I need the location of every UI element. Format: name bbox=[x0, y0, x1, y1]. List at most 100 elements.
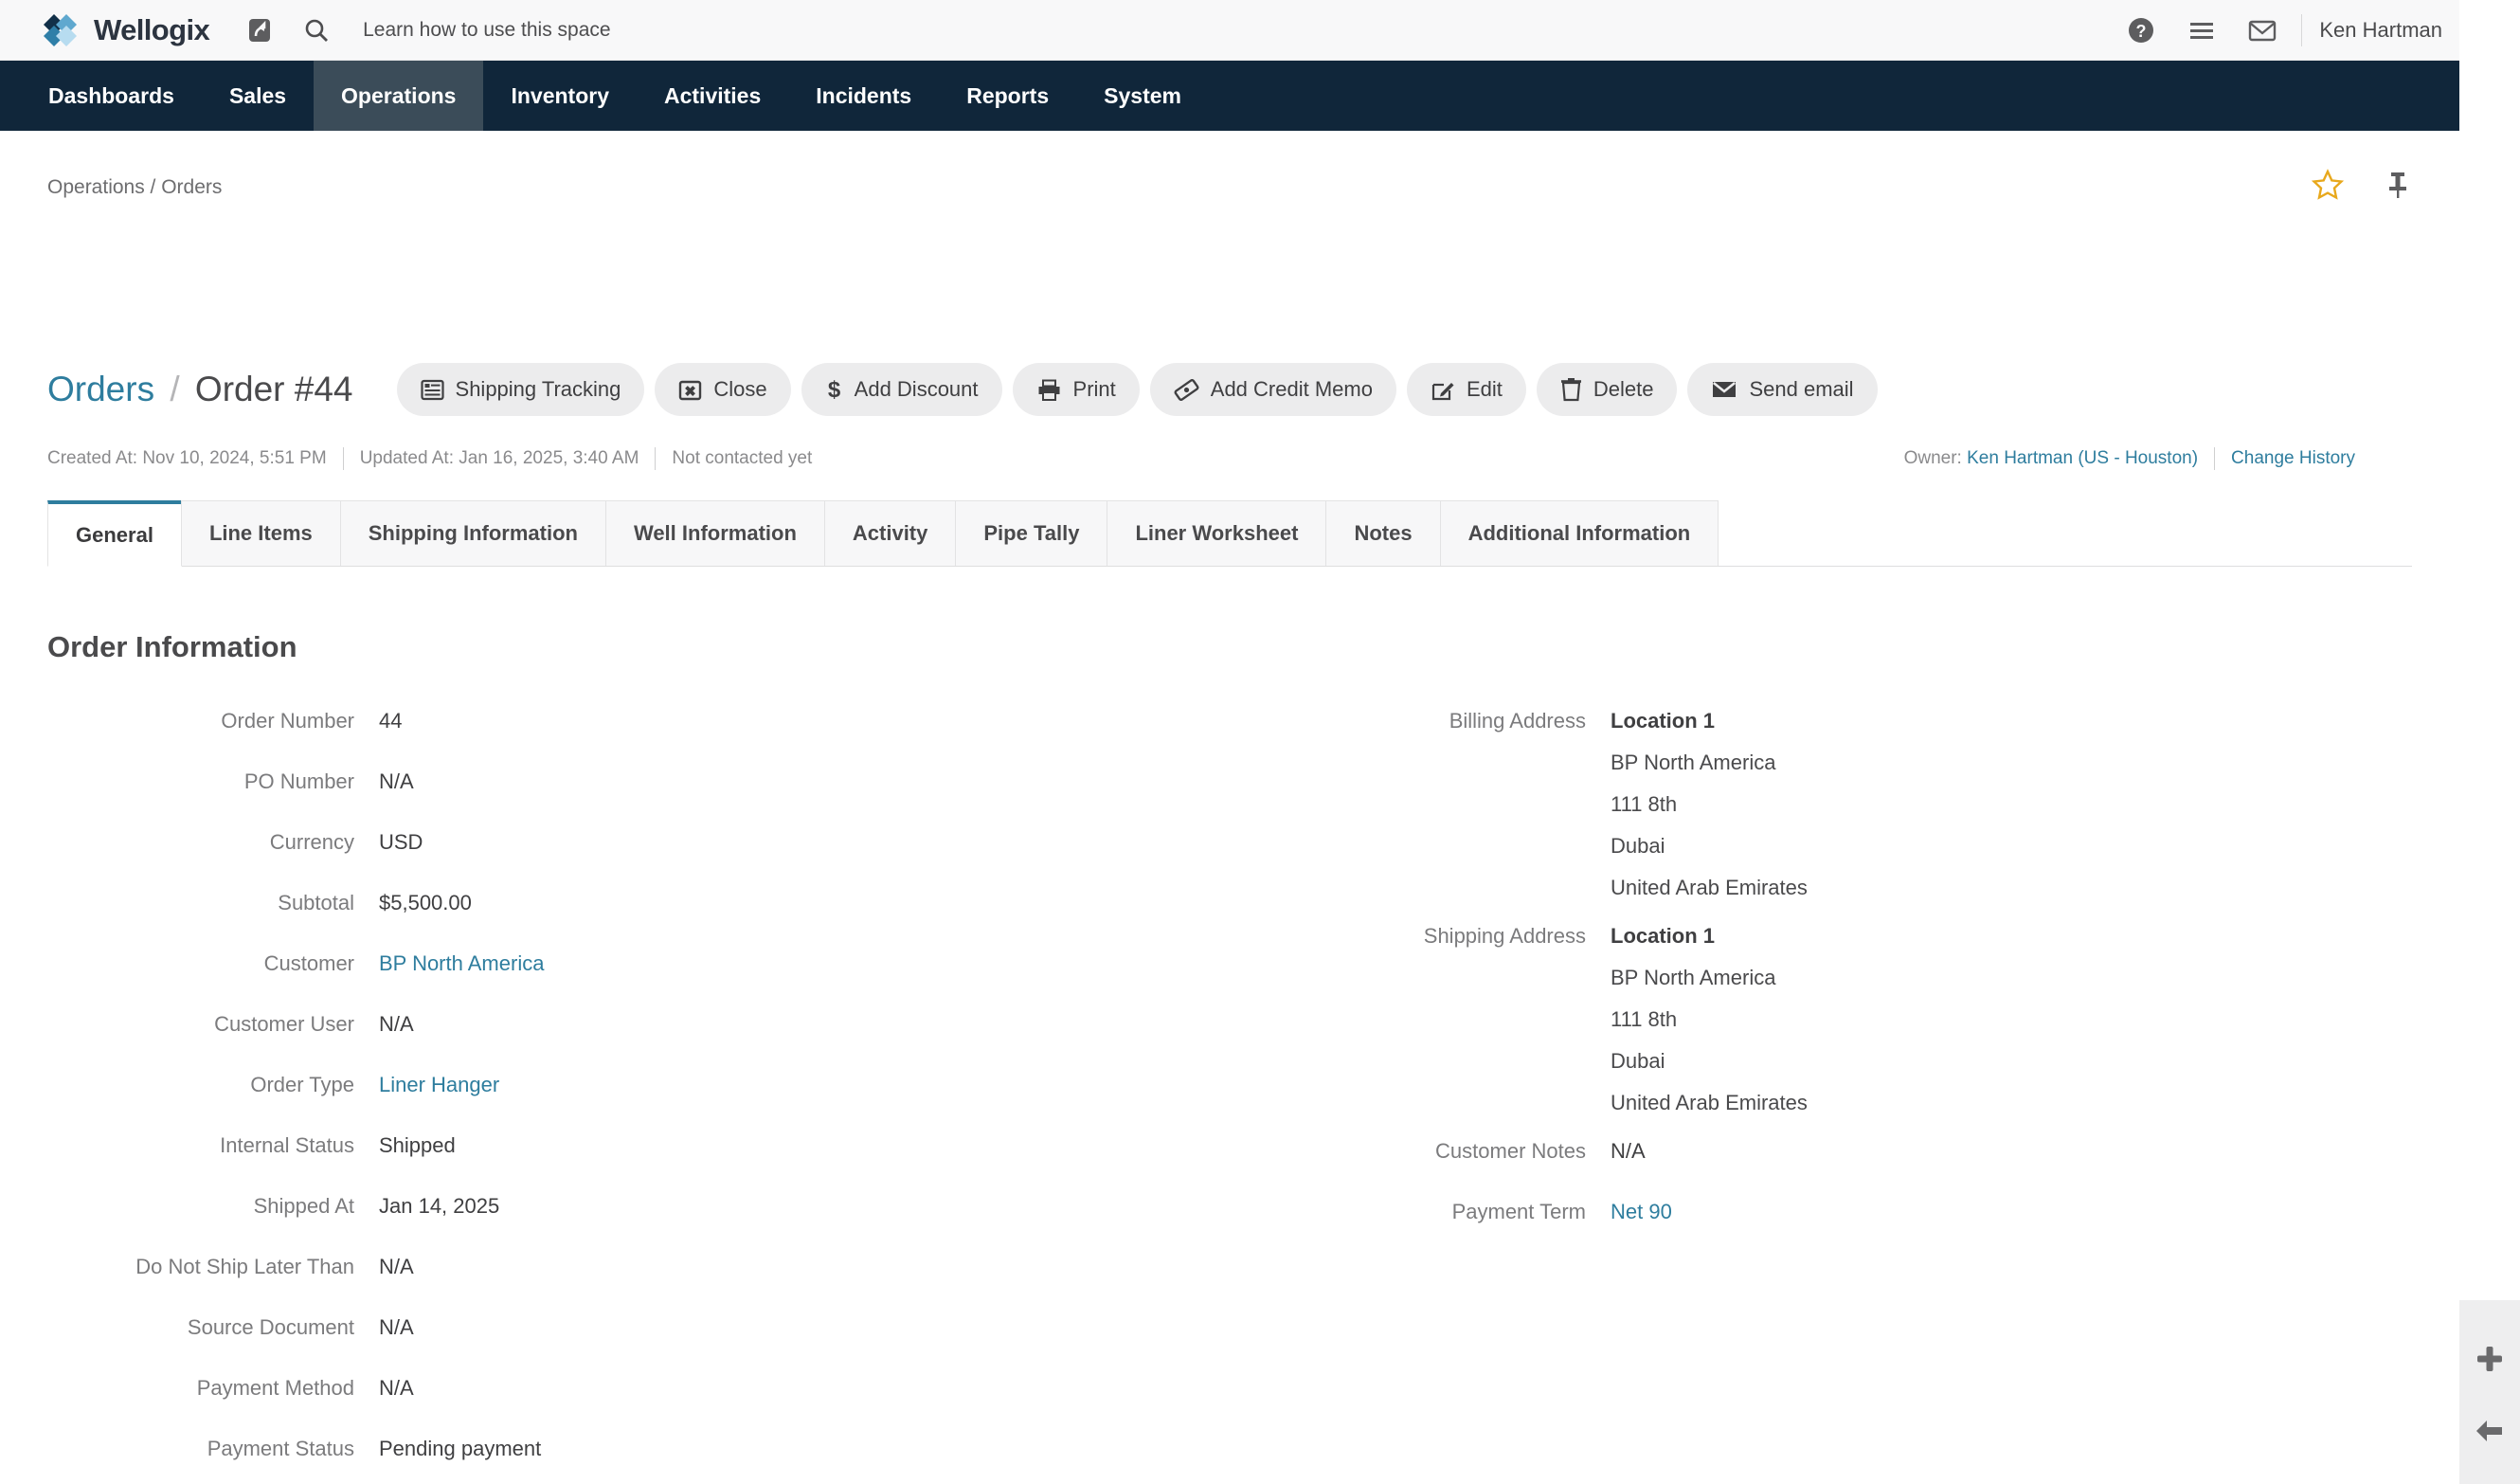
right-rail bbox=[2459, 0, 2520, 1484]
section-title: Order Information bbox=[47, 630, 297, 663]
page-header-icons bbox=[2311, 169, 2412, 207]
topbar-right-group: ? Ken Hartman bbox=[2119, 9, 2482, 52]
user-name-label[interactable]: Ken Hartman bbox=[2319, 18, 2442, 43]
shipping-address-line: United Arab Emirates bbox=[1611, 1091, 1808, 1114]
share-icon[interactable] bbox=[238, 9, 281, 52]
shipping-tracking-button[interactable]: Shipping Tracking bbox=[396, 363, 645, 416]
field-label: Do Not Ship Later Than bbox=[135, 1255, 354, 1278]
field-label: Payment Term bbox=[1451, 1200, 1586, 1223]
field-label: Source Document bbox=[187, 1315, 354, 1339]
nav-item-dashboards[interactable]: Dashboards bbox=[21, 61, 202, 131]
field-customer-user: Customer User N/A bbox=[0, 1010, 1203, 1071]
topbar-divider bbox=[2301, 13, 2303, 46]
nav-item-system[interactable]: System bbox=[1076, 61, 1209, 131]
field-customer: Customer BP North America bbox=[0, 950, 1203, 1010]
nav-item-incidents[interactable]: Incidents bbox=[788, 61, 939, 131]
updated-at-text: Updated At: Jan 16, 2025, 3:40 AM bbox=[359, 448, 639, 468]
tab-notes[interactable]: Notes bbox=[1325, 500, 1441, 566]
nav-item-inventory[interactable]: Inventory bbox=[483, 61, 637, 131]
field-order-number: Order Number 44 bbox=[0, 707, 1203, 768]
send-email-button[interactable]: Send email bbox=[1687, 363, 1878, 416]
field-label: Payment Method bbox=[196, 1376, 354, 1400]
field-billing-address: Billing Address Location 1 BP North Amer… bbox=[1232, 707, 2435, 902]
page-title-current: Order #44 bbox=[194, 370, 353, 408]
meta-divider-3 bbox=[2214, 447, 2216, 470]
action-button-group: Shipping Tracking ✖ Close $ Add Discount… bbox=[396, 363, 1878, 416]
field-value: N/A bbox=[379, 1255, 414, 1278]
field-label: Shipping Address bbox=[1423, 924, 1586, 948]
field-value: 44 bbox=[379, 709, 403, 733]
add-credit-memo-label: Add Credit Memo bbox=[1210, 377, 1373, 401]
delete-button[interactable]: Delete bbox=[1536, 363, 1678, 416]
field-label: Subtotal bbox=[278, 891, 354, 914]
envelope-icon[interactable] bbox=[2241, 9, 2284, 52]
printer-icon bbox=[1036, 378, 1062, 402]
learn-how-to-use-link[interactable]: Learn how to use this space bbox=[363, 19, 611, 42]
field-internal-status: Internal Status Shipped bbox=[0, 1131, 1203, 1192]
nav-item-activities[interactable]: Activities bbox=[637, 61, 788, 131]
arrow-left-icon[interactable] bbox=[2459, 1401, 2520, 1461]
shipping-address-line: 111 8th bbox=[1611, 1007, 1678, 1031]
print-label: Print bbox=[1072, 377, 1116, 401]
send-email-label: Send email bbox=[1749, 377, 1854, 401]
change-history-link[interactable]: Change History bbox=[2231, 448, 2355, 469]
record-meta-left: Created At: Nov 10, 2024, 5:51 PM Update… bbox=[47, 447, 812, 470]
svg-text:?: ? bbox=[2136, 22, 2147, 41]
tab-activity[interactable]: Activity bbox=[823, 500, 957, 566]
field-value: $5,500.00 bbox=[379, 891, 472, 914]
field-customer-notes: Customer Notes N/A bbox=[1232, 1137, 2435, 1198]
shipping-tracking-label: Shipping Tracking bbox=[455, 377, 621, 401]
record-meta-right: Owner: Ken Hartman (US - Houston) Change… bbox=[1904, 447, 2355, 470]
page-title: Orders / Order #44 bbox=[47, 370, 353, 409]
field-shipping-address: Shipping Address Location 1 BP North Ame… bbox=[1232, 922, 2435, 1117]
hamburger-menu-icon[interactable] bbox=[2180, 9, 2223, 52]
nav-item-reports[interactable]: Reports bbox=[939, 61, 1076, 131]
tab-line-items[interactable]: Line Items bbox=[180, 500, 341, 566]
delete-label: Delete bbox=[1593, 377, 1654, 401]
edit-label: Edit bbox=[1466, 377, 1503, 401]
star-outline-icon[interactable] bbox=[2311, 169, 2345, 207]
tab-additional-information[interactable]: Additional Information bbox=[1439, 500, 1719, 566]
edit-button[interactable]: Edit bbox=[1406, 363, 1526, 416]
order-info-right-column: Billing Address Location 1 BP North Amer… bbox=[1232, 707, 2435, 1258]
add-discount-button[interactable]: $ Add Discount bbox=[801, 363, 1002, 416]
dollar-sign-icon: $ bbox=[825, 377, 843, 402]
field-shipped-at: Shipped At Jan 14, 2025 bbox=[0, 1192, 1203, 1253]
owner-link[interactable]: Ken Hartman (US - Houston) bbox=[1967, 448, 2198, 469]
field-value: N/A bbox=[1611, 1139, 1646, 1163]
field-label: Customer User bbox=[214, 1012, 354, 1036]
page-title-orders-link[interactable]: Orders bbox=[47, 370, 154, 408]
tab-shipping-information[interactable]: Shipping Information bbox=[339, 500, 606, 566]
meta-divider-2 bbox=[655, 447, 657, 470]
field-value-link[interactable]: Net 90 bbox=[1611, 1198, 1672, 1226]
nav-item-operations[interactable]: Operations bbox=[314, 61, 484, 131]
field-po-number: PO Number N/A bbox=[0, 768, 1203, 828]
main-navigation: Dashboards Sales Operations Inventory Ac… bbox=[0, 61, 2520, 131]
add-credit-memo-button[interactable]: Add Credit Memo bbox=[1149, 363, 1396, 416]
brand-logo[interactable]: Wellogix bbox=[44, 13, 210, 47]
close-button[interactable]: ✖ Close bbox=[655, 363, 791, 416]
field-label: Payment Status bbox=[207, 1437, 354, 1460]
search-icon[interactable] bbox=[295, 9, 338, 52]
meta-divider-1 bbox=[342, 447, 344, 470]
record-tabs: General Line Items Shipping Information … bbox=[47, 500, 2412, 567]
top-utility-bar: Wellogix Learn how to use this space ? K… bbox=[0, 0, 2520, 61]
field-label: Order Number bbox=[221, 709, 354, 733]
owner-label: Owner: bbox=[1903, 448, 1962, 468]
tab-liner-worksheet[interactable]: Liner Worksheet bbox=[1107, 500, 1327, 566]
tab-well-information[interactable]: Well Information bbox=[604, 500, 825, 566]
tab-pipe-tally[interactable]: Pipe Tally bbox=[955, 500, 1108, 566]
pin-icon[interactable] bbox=[2384, 170, 2412, 206]
field-label: PO Number bbox=[243, 769, 354, 793]
nav-item-sales[interactable]: Sales bbox=[202, 61, 314, 131]
print-button[interactable]: Print bbox=[1012, 363, 1140, 416]
plus-icon[interactable] bbox=[2459, 1329, 2520, 1389]
page-title-row: Orders / Order #44 Shipping Tracking ✖ C… bbox=[0, 356, 2459, 423]
app-window: Wellogix Learn how to use this space ? K… bbox=[0, 0, 2520, 1484]
tab-general[interactable]: General bbox=[47, 500, 182, 567]
field-value-link[interactable]: Liner Hanger bbox=[379, 1071, 499, 1099]
created-at-text: Created At: Nov 10, 2024, 5:51 PM bbox=[47, 448, 327, 468]
field-label: Shipped At bbox=[253, 1194, 354, 1218]
field-value-link[interactable]: BP North America bbox=[379, 950, 544, 978]
help-circle-icon[interactable]: ? bbox=[2119, 9, 2163, 52]
